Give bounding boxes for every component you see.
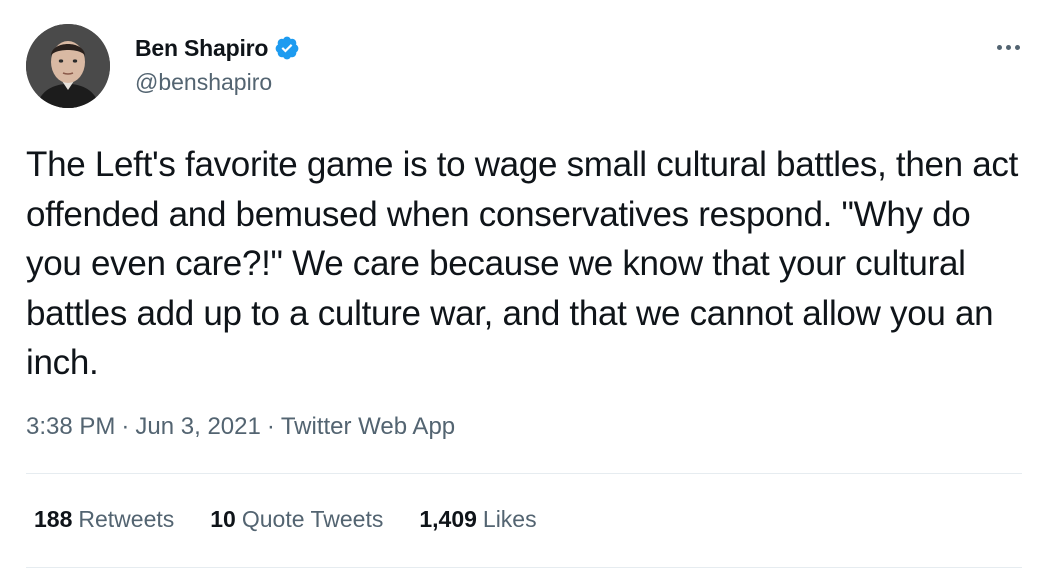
quote-tweets-stat[interactable]: 10 Quote Tweets: [210, 506, 383, 533]
likes-stat[interactable]: 1,409 Likes: [419, 506, 536, 533]
engagement-stats: 188 Retweets 10 Quote Tweets 1,409 Likes: [34, 506, 573, 533]
tweet-card: Ben Shapiro @benshapiro The Left's favor…: [0, 0, 1050, 569]
retweets-stat[interactable]: 188 Retweets: [34, 506, 174, 533]
meta-separator: ·: [266, 413, 275, 440]
more-horizontal-icon: [996, 44, 1002, 50]
user-name-row: Ben Shapiro: [135, 33, 300, 63]
quote-tweets-label: Quote Tweets: [241, 506, 384, 532]
tweet-date-link[interactable]: Jun 3, 2021: [135, 413, 260, 440]
tweet-time-link[interactable]: 3:38 PM: [26, 413, 115, 440]
more-horizontal-icon-dot: [1005, 44, 1011, 50]
divider: [26, 473, 1022, 474]
likes-count: 1,409: [419, 506, 477, 532]
tweet-text: The Left's favorite game is to wage smal…: [26, 145, 1019, 382]
more-horizontal-icon-dot: [1014, 44, 1020, 50]
quote-tweets-count: 10: [210, 506, 236, 532]
profile-photo-icon: [26, 24, 110, 108]
tweet-source-link[interactable]: Twitter Web App: [281, 413, 455, 440]
verified-badge-icon: [274, 35, 300, 61]
retweets-count: 188: [34, 506, 73, 532]
user-handle[interactable]: @benshapiro: [135, 69, 272, 96]
meta-separator: ·: [121, 413, 130, 440]
likes-label: Likes: [482, 506, 537, 532]
retweets-label: Retweets: [78, 506, 175, 532]
more-options-button[interactable]: [988, 36, 1028, 58]
divider: [26, 567, 1022, 568]
user-name[interactable]: Ben Shapiro: [135, 35, 268, 62]
tweet-meta: 3:38 PM · Jun 3, 2021 · Twitter Web App: [26, 413, 455, 441]
avatar[interactable]: [26, 24, 110, 108]
